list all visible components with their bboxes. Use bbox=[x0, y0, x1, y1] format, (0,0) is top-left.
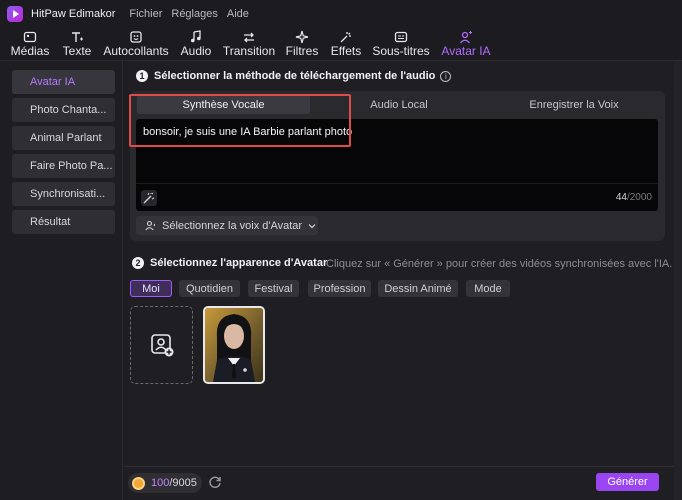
title-bar: HitPaw Edimakor Fichier Réglages Aide bbox=[0, 0, 682, 27]
toolbar-transition[interactable]: Transition bbox=[222, 27, 276, 61]
toolbar-effets-label: Effets bbox=[330, 44, 362, 58]
chevron-down-icon bbox=[308, 223, 316, 228]
chip-quotidien[interactable]: Quotidien bbox=[179, 280, 240, 297]
toolbar-audio[interactable]: Audio bbox=[178, 27, 214, 61]
step2-number: 2 bbox=[132, 257, 144, 269]
generate-button[interactable]: Générer bbox=[596, 473, 659, 491]
chip-festival[interactable]: Festival bbox=[248, 280, 299, 297]
avatar-portrait-image bbox=[205, 308, 263, 382]
toolbar-texte[interactable]: Texte bbox=[60, 27, 94, 61]
menu-reglages[interactable]: Réglages bbox=[171, 8, 217, 20]
text-icon bbox=[72, 32, 83, 42]
text-footer: 44/2000 bbox=[136, 183, 658, 211]
media-icon bbox=[23, 31, 37, 43]
char-counter: 44/2000 bbox=[616, 192, 652, 203]
info-icon[interactable]: i bbox=[440, 70, 452, 82]
app-name: HitPaw Edimakor bbox=[31, 7, 116, 20]
credits-badge: 100 /9005 bbox=[128, 473, 202, 493]
toolbar-filtres[interactable]: Filtres bbox=[284, 27, 320, 61]
chip-moi[interactable]: Moi bbox=[130, 280, 172, 297]
sidebar-item-faire-photo[interactable]: Faire Photo Pa... bbox=[12, 154, 115, 178]
sidebar: Avatar IA Photo Chanta... Animal Parlant… bbox=[0, 61, 123, 500]
step1-number: 1 bbox=[136, 70, 148, 82]
sidebar-item-resultat[interactable]: Résultat bbox=[12, 210, 115, 234]
char-limit: /2000 bbox=[626, 192, 652, 203]
upload-avatar-card[interactable] bbox=[130, 306, 193, 384]
credits-used: 100 bbox=[151, 477, 170, 489]
toolbar-filtres-label: Filtres bbox=[285, 44, 319, 58]
magic-wand-icon[interactable] bbox=[141, 190, 157, 206]
toolbar-sous-titres-label: Sous-titres bbox=[372, 44, 430, 58]
toolbar-medias-label: Médias bbox=[10, 44, 50, 58]
effects-icon bbox=[340, 32, 351, 43]
tab-enregistrer-voix[interactable]: Enregistrer la Voix bbox=[490, 95, 658, 114]
chip-dessin-anime[interactable]: Dessin Animé bbox=[378, 280, 458, 297]
step2-hint: Cliquez sur « Générer » pour créer des v… bbox=[326, 258, 673, 270]
sidebar-item-animal-parlant[interactable]: Animal Parlant bbox=[12, 126, 115, 150]
chip-mode[interactable]: Mode bbox=[466, 280, 510, 297]
chip-profession[interactable]: Profession bbox=[308, 280, 371, 297]
main-toolbar: Médias Texte Autocollants Audio Transiti… bbox=[0, 27, 682, 61]
transition-icon bbox=[244, 32, 254, 43]
step2-heading: 2 Sélectionnez l'apparence d'Avatar bbox=[132, 257, 327, 269]
sidebar-item-synchronisation[interactable]: Synchronisati... bbox=[12, 182, 115, 206]
char-count: 44 bbox=[615, 192, 627, 203]
add-person-icon bbox=[150, 334, 173, 357]
avatar-thumbnail[interactable] bbox=[203, 306, 265, 384]
sidebar-item-avatar-ia[interactable]: Avatar IA bbox=[12, 70, 115, 94]
highlight-annotation-box bbox=[129, 94, 351, 147]
toolbar-medias[interactable]: Médias bbox=[10, 27, 50, 61]
app-logo-icon bbox=[7, 5, 23, 22]
toolbar-texte-label: Texte bbox=[62, 44, 92, 58]
toolbar-autocollants-label: Autocollants bbox=[103, 44, 169, 58]
toolbar-avatar-ia-label: Avatar IA bbox=[441, 44, 491, 58]
voice-select-label: Sélectionnez la voix d'Avatar bbox=[162, 219, 303, 232]
voice-select-dropdown[interactable]: Sélectionnez la voix d'Avatar bbox=[136, 216, 318, 235]
filter-icon bbox=[295, 30, 309, 44]
refresh-icon[interactable] bbox=[208, 475, 222, 489]
step1-heading: 1 Sélectionner la méthode de téléchargem… bbox=[136, 70, 452, 82]
toolbar-effets[interactable]: Effets bbox=[328, 27, 364, 61]
music-note-icon bbox=[191, 30, 201, 43]
coin-icon bbox=[132, 476, 145, 490]
voice-avatar-icon bbox=[145, 220, 156, 231]
step1-title: Sélectionner la méthode de téléchargemen… bbox=[154, 70, 436, 82]
sticker-icon bbox=[130, 31, 142, 43]
menu-aide[interactable]: Aide bbox=[227, 8, 249, 20]
subtitles-icon bbox=[394, 31, 408, 43]
step2-title: Sélectionnez l'apparence d'Avatar bbox=[150, 257, 328, 269]
bottom-bar: 100 /9005 Générer bbox=[124, 466, 674, 500]
sidebar-item-photo-chantante[interactable]: Photo Chanta... bbox=[12, 98, 115, 122]
credits-total: /9005 bbox=[169, 477, 197, 489]
toolbar-audio-label: Audio bbox=[180, 44, 212, 58]
menu-fichier[interactable]: Fichier bbox=[129, 8, 162, 20]
avatar-ai-icon bbox=[459, 31, 472, 44]
vertical-scrollbar[interactable] bbox=[674, 61, 682, 500]
toolbar-autocollants[interactable]: Autocollants bbox=[103, 27, 169, 61]
toolbar-transition-label: Transition bbox=[222, 44, 276, 58]
toolbar-sous-titres[interactable]: Sous-titres bbox=[372, 27, 430, 61]
toolbar-avatar-ia[interactable]: Avatar IA bbox=[440, 27, 492, 61]
